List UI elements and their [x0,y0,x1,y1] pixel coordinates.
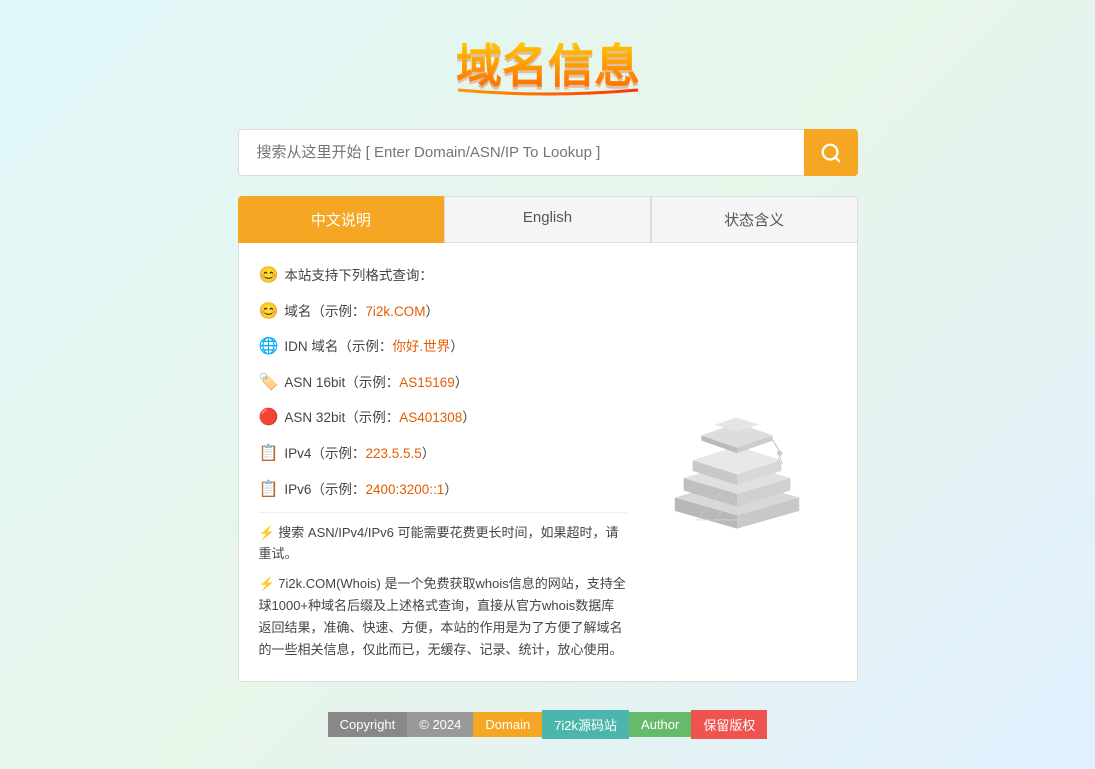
search-icon [820,142,842,164]
idn-text: IDN 域名（示例：你好.世界） [284,336,463,358]
ipv4-icon: 📋 [259,441,279,467]
content-left: 😊 本站支持下列格式查询： 😊 域名（示例：7i2k.COM） 🌐 IDN 域名… [259,263,627,661]
asn16-icon: 🏷️ [259,370,279,396]
item-domain: 😊 域名（示例：7i2k.COM） [259,299,627,325]
author-label-badge: Author [629,712,691,737]
item-ipv4: 📋 IPv4（示例：223.5.5.5） [259,441,627,467]
search-container [238,129,858,176]
ipv4-link[interactable]: 223.5.5.5 [365,446,421,461]
tab-chinese[interactable]: 中文说明 [238,196,445,243]
ipv4-text: IPv4（示例：223.5.5.5） [284,443,435,465]
asn16-text: ASN 16bit（示例：AS15169） [284,372,468,394]
intro-line: 😊 本站支持下列格式查询： [259,263,627,289]
ipv6-text: IPv6（示例：2400:3200::1） [284,479,457,501]
author-value-badge: 保留版权 [691,710,767,739]
item-asn32: 🔴 ASN 32bit（示例：AS401308） [259,405,627,431]
asn32-text: ASN 32bit（示例：AS401308） [284,407,475,429]
item-idn: 🌐 IDN 域名（示例：你好.世界） [259,334,627,360]
tab-english[interactable]: English [444,196,651,243]
footer: Copyright © 2024 Domain 7i2k源码站 Author 保… [328,710,768,739]
ipv6-link[interactable]: 2400:3200::1 [365,482,444,497]
domain-label-badge: Domain [473,712,542,737]
idn-link[interactable]: 你好.世界 [392,339,450,354]
item-ipv6: 📋 IPv6（示例：2400:3200::1） [259,477,627,503]
book-illustration [647,382,827,542]
asn32-icon: 🔴 [259,405,279,431]
intro-text: 本站支持下列格式查询： [284,265,433,287]
intro-icon: 😊 [259,263,279,289]
content-area: 😊 本站支持下列格式查询： 😊 域名（示例：7i2k.COM） 🌐 IDN 域名… [238,243,858,682]
idn-icon: 🌐 [259,334,279,360]
domain-icon: 😊 [259,299,279,325]
svg-text:域名信息: 域名信息 [456,40,640,92]
divider [259,512,627,513]
asn32-link[interactable]: AS401308 [399,410,462,425]
note-text: ⚡ 搜索 ASN/IPv4/IPv6 可能需要花费更长时间，如果超时，请重试。 [259,523,627,565]
domain-link[interactable]: 7i2k.COM [365,304,425,319]
tabs-container: 中文说明 English 状态含义 [238,196,858,243]
year-badge: © 2024 [407,712,473,737]
logo-svg: 域名信息 域名信息 [438,30,658,100]
domain-text: 域名（示例：7i2k.COM） [284,301,439,323]
item-asn16: 🏷️ ASN 16bit（示例：AS15169） [259,370,627,396]
copyright-badge: Copyright [328,712,408,737]
domain-value-badge[interactable]: 7i2k源码站 [542,710,629,739]
logo-area: 域名信息 域名信息 [438,30,658,105]
asn16-link[interactable]: AS15169 [399,375,455,390]
search-input[interactable] [238,129,804,176]
illustration-area [637,263,837,661]
tab-status[interactable]: 状态含义 [651,196,858,243]
about-text: ⚡ 7i2k.COM(Whois) 是一个免费获取whois信息的网站，支持全球… [259,573,627,661]
ipv6-icon: 📋 [259,477,279,503]
search-button[interactable] [804,129,858,176]
